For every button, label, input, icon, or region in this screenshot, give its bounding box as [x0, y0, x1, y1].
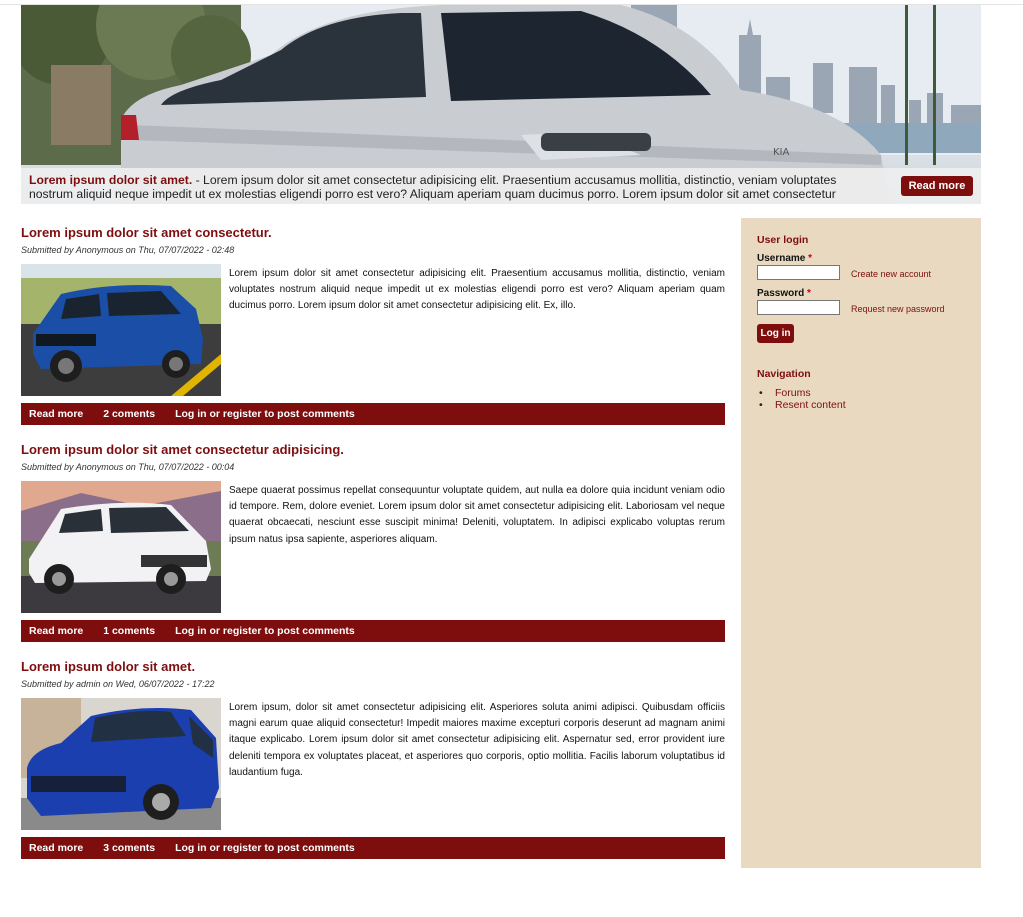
nav-item-forums[interactable]: Forums — [757, 387, 846, 399]
hero-banner: KIA Lorem ipsum dolor sit amet. - Lorem … — [21, 5, 981, 204]
sidebar: User login Username * Create new account… — [741, 218, 981, 868]
article-text: Lorem ipsum, dolor sit amet consectetur … — [229, 702, 725, 778]
article-image-blue-sedan[interactable] — [21, 698, 221, 830]
password-label: Password * — [757, 288, 811, 299]
article-meta: Submitted by Anonymous on Thu, 07/07/202… — [21, 245, 235, 255]
required-marker: * — [807, 288, 811, 299]
article-1: Lorem ipsum dolor sit amet consectetur. … — [21, 225, 725, 425]
comments-link[interactable]: 3 coments — [103, 842, 155, 854]
article-links-bar: Read more 2 coments Log in or register t… — [21, 403, 725, 425]
article-body: Lorem ipsum dolor sit amet consectetur a… — [21, 264, 725, 396]
password-label-text: Password — [757, 288, 805, 299]
login-button[interactable]: Log in — [757, 324, 794, 343]
read-more-link[interactable]: Read more — [29, 842, 83, 854]
article-image-white-suv[interactable] — [21, 481, 221, 613]
article-body: Saepe quaerat possimus repellat consequu… — [21, 481, 725, 613]
hero-caption: Lorem ipsum dolor sit amet. - Lorem ipsu… — [21, 168, 981, 204]
article-2: Lorem ipsum dolor sit amet consectetur a… — [21, 442, 725, 642]
hero-read-more-button[interactable]: Read more — [901, 176, 973, 196]
navigation-list: Forums Resent content — [757, 387, 846, 411]
required-marker: * — [808, 253, 813, 264]
article-title[interactable]: Lorem ipsum dolor sit amet consectetur a… — [21, 442, 725, 458]
navigation-heading: Navigation — [757, 368, 811, 380]
article-meta: Submitted by Anonymous on Thu, 07/07/202… — [21, 462, 235, 472]
hero-text: Lorem ipsum dolor sit amet. - Lorem ipsu… — [29, 173, 879, 201]
username-label-text: Username — [757, 253, 806, 264]
login-register-link[interactable]: Log in or register to post comments — [175, 842, 355, 854]
article-text: Saepe quaerat possimus repellat consequu… — [229, 485, 725, 545]
username-label: Username * — [757, 253, 812, 264]
article-meta: Submitted by admin on Wed, 06/07/2022 - … — [21, 679, 215, 689]
article-title[interactable]: Lorem ipsum dolor sit amet consectetur. — [21, 225, 725, 241]
article-text: Lorem ipsum dolor sit amet consectetur a… — [229, 268, 725, 312]
username-field[interactable] — [757, 265, 840, 280]
svg-text:KIA: KIA — [773, 147, 790, 158]
login-register-link[interactable]: Log in or register to post comments — [175, 408, 355, 420]
read-more-link[interactable]: Read more — [29, 625, 83, 637]
login-register-link[interactable]: Log in or register to post comments — [175, 625, 355, 637]
article-links-bar: Read more 1 coments Log in or register t… — [21, 620, 725, 642]
article-links-bar: Read more 3 coments Log in or register t… — [21, 837, 725, 859]
password-field[interactable] — [757, 300, 840, 315]
article-title[interactable]: Lorem ipsum dolor sit amet. — [21, 659, 725, 675]
hero-title: Lorem ipsum dolor sit amet. — [29, 173, 193, 187]
create-account-link[interactable]: Create new account — [851, 269, 931, 279]
read-more-link[interactable]: Read more — [29, 408, 83, 420]
comments-link[interactable]: 1 coments — [103, 625, 155, 637]
user-login-heading: User login — [757, 234, 809, 246]
article-body: Lorem ipsum, dolor sit amet consectetur … — [21, 698, 725, 830]
request-password-link[interactable]: Request new password — [851, 304, 945, 314]
article-3: Lorem ipsum dolor sit amet. Submitted by… — [21, 659, 725, 859]
article-image-blue-suv[interactable] — [21, 264, 221, 396]
comments-link[interactable]: 2 coments — [103, 408, 155, 420]
nav-item-recent-content[interactable]: Resent content — [757, 399, 846, 411]
